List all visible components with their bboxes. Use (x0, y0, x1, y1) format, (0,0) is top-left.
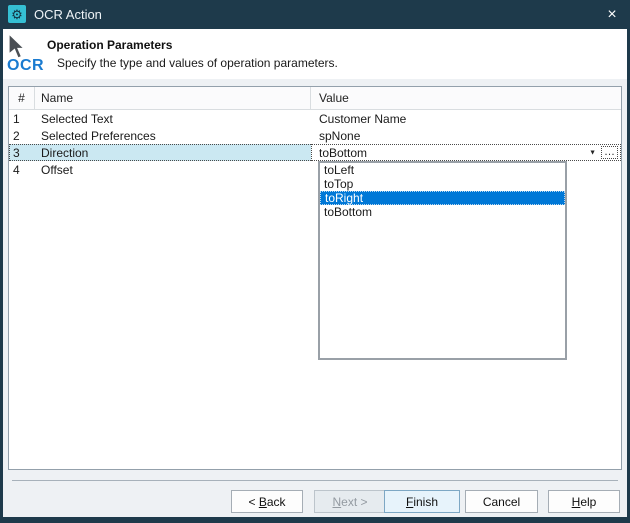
table-header-row: # Name Value (9, 87, 621, 110)
close-icon: × (607, 6, 616, 24)
cancel-button[interactable]: Cancel (465, 490, 538, 513)
combo-dropdown-arrow-icon[interactable]: ▼ (589, 149, 596, 156)
row-name: Selected Text (35, 110, 311, 127)
ocr-logo-text: OCR (7, 57, 44, 75)
gear-icon: ⚙ (11, 8, 23, 21)
page-title: Operation Parameters (47, 38, 172, 52)
row-selected-text[interactable]: 1 Selected Text Customer Name (9, 110, 621, 127)
app-icon: ⚙ (8, 5, 26, 23)
row-name: Selected Preferences (35, 127, 311, 144)
direction-value-editor[interactable]: toBottom ▼ … (311, 144, 621, 161)
column-header-value[interactable]: Value (311, 87, 621, 109)
row-name: Offset (35, 161, 311, 178)
row-num: 1 (9, 110, 35, 127)
titlebar[interactable]: ⚙ OCR Action × (0, 0, 630, 29)
back-button[interactable]: < Back (231, 490, 303, 513)
finish-button[interactable]: Finish (384, 490, 460, 513)
direction-dropdown-list: toLeft toTop toRight toBottom (318, 161, 567, 360)
dropdown-item-totop[interactable]: toTop (320, 177, 565, 191)
button-separator (12, 480, 618, 481)
row-num: 4 (9, 161, 35, 178)
dropdown-item-toleft[interactable]: toLeft (320, 163, 565, 177)
row-num: 3 (9, 144, 35, 161)
next-button: Next > (314, 490, 386, 513)
row-direction[interactable]: 3 Direction toBottom ▼ … (9, 144, 621, 161)
help-button[interactable]: Help (548, 490, 620, 513)
row-value: spNone (311, 127, 621, 144)
dropdown-item-tobottom[interactable]: toBottom (320, 205, 565, 219)
dialog-window: ⚙ OCR Action × OCR Operation Parameters … (0, 0, 630, 523)
browse-ellipsis-button[interactable]: … (601, 146, 618, 159)
direction-current-value: toBottom (319, 146, 367, 160)
row-value: Customer Name (311, 110, 621, 127)
row-selected-preferences[interactable]: 2 Selected Preferences spNone (9, 127, 621, 144)
dropdown-item-toright[interactable]: toRight (320, 191, 565, 205)
wizard-header: OCR Operation Parameters Specify the typ… (3, 29, 627, 79)
window-title: OCR Action (34, 0, 102, 29)
row-num: 2 (9, 127, 35, 144)
page-subtitle: Specify the type and values of operation… (57, 56, 338, 70)
row-name: Direction (35, 144, 311, 161)
close-button[interactable]: × (597, 0, 627, 29)
dialog-content: OCR Operation Parameters Specify the typ… (3, 29, 627, 517)
column-header-num[interactable]: # (9, 87, 35, 109)
column-header-name[interactable]: Name (35, 87, 311, 109)
